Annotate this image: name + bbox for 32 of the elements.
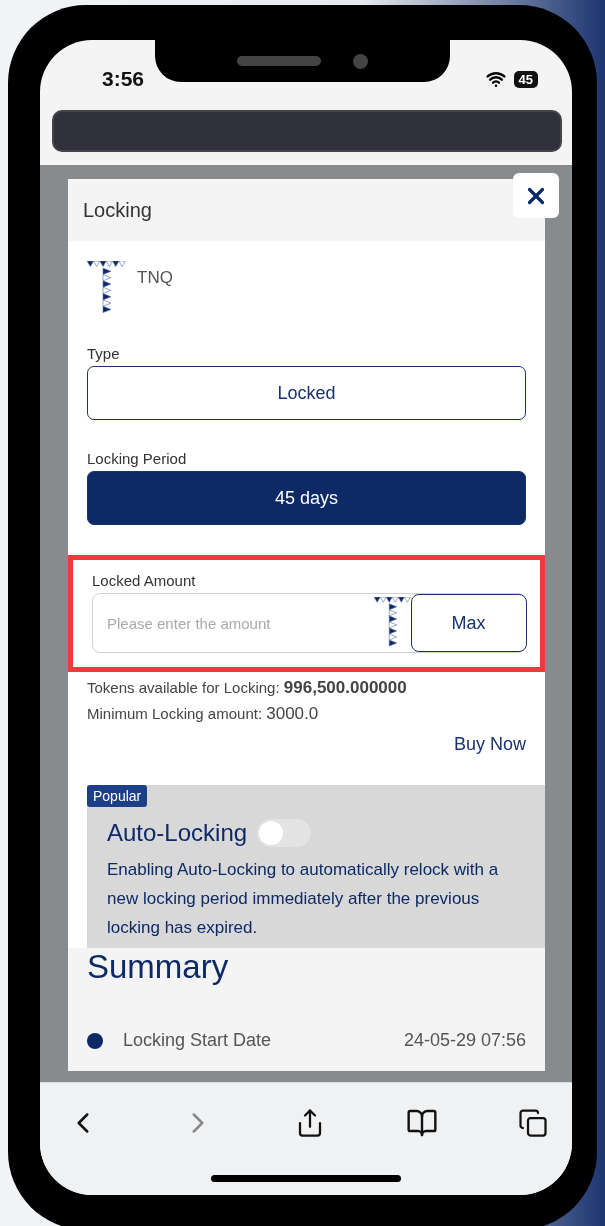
status-time: 3:56 [102, 67, 145, 91]
tabs-icon [518, 1108, 548, 1138]
summary-title: Summary [87, 948, 230, 986]
buy-now-link[interactable]: Buy Now [453, 734, 526, 755]
info-label: Minimum Locking amount: [87, 705, 264, 722]
option-button[interactable]: 45 days [87, 471, 526, 525]
token-logo-icon [87, 261, 127, 315]
summary-value: 24-05-29 07:56 [403, 1030, 526, 1051]
field-label: Locking Period [87, 450, 188, 467]
popular-badge: Popular [87, 785, 148, 807]
wifi-icon [485, 69, 506, 89]
field-label: Locked Amount [92, 572, 197, 589]
max-button[interactable]: Max [410, 594, 527, 652]
info-label: Tokens available for Locking: [87, 679, 281, 696]
token-name: TNQ [137, 268, 173, 288]
book-icon [405, 1107, 438, 1139]
token-logo-icon [374, 597, 412, 649]
close-button[interactable] [513, 173, 559, 218]
modal-title: Locking [83, 198, 152, 222]
auto-locking-description: Enabling Auto-Locking to automatically relock with a new locking period immediately after the previous locking has expired. [106, 859, 500, 939]
option-button[interactable]: Locked [87, 366, 526, 420]
auto-locking-title: Auto-Locking [107, 819, 248, 847]
info-value: 3000.0 [266, 704, 319, 723]
battery-level: 45 [513, 70, 538, 88]
bookmarks-button[interactable] [405, 1107, 438, 1139]
info-value: 996,500.000000 [283, 678, 407, 697]
summary-label: Locking Start Date [123, 1030, 273, 1051]
tabs-button[interactable] [518, 1108, 548, 1138]
auto-locking-toggle[interactable] [257, 819, 312, 847]
amount-field[interactable]: Please enter the amount Max [92, 593, 526, 653]
field-label: Type [87, 345, 121, 362]
bullet-dot [87, 1032, 103, 1049]
